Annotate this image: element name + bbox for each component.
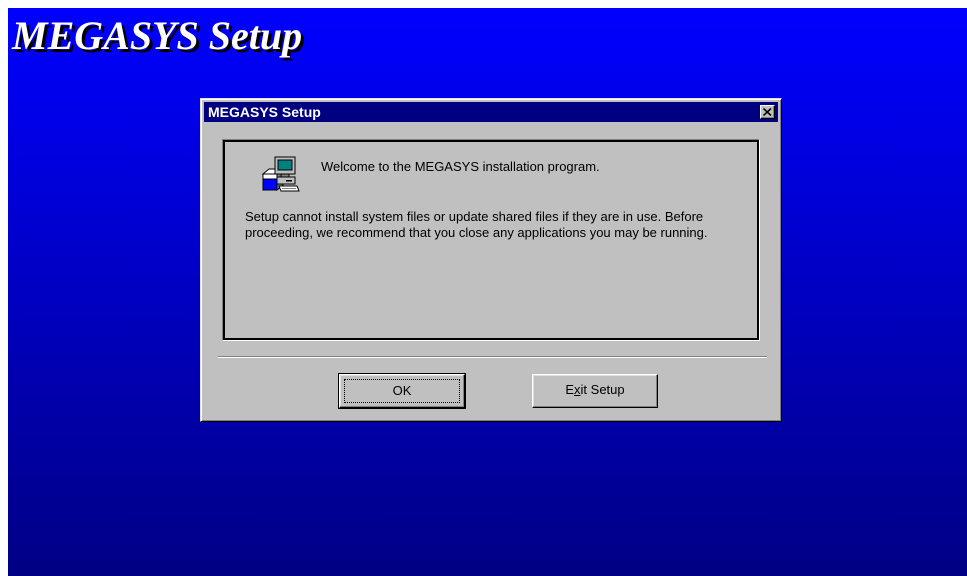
exit-label-prefix: E xyxy=(565,382,575,397)
content-panel: Welcome to the MEGASYS installation prog… xyxy=(222,139,760,341)
ok-button-label: OK xyxy=(344,379,460,403)
dialog-titlebar[interactable]: MEGASYS Setup xyxy=(204,102,778,122)
separator xyxy=(218,356,767,358)
computer-setup-icon xyxy=(261,156,300,192)
exit-label-suffix: it Setup xyxy=(580,382,625,397)
ok-button[interactable]: OK xyxy=(338,373,466,409)
welcome-message: Welcome to the MEGASYS installation prog… xyxy=(321,159,600,174)
background-title: MEGASYS Setup xyxy=(12,13,303,58)
setup-dialog: MEGASYS Setup Welcome to the MEGASYS ins… xyxy=(200,98,782,422)
setup-background: MEGASYS Setup MEGASYS Setup Welcome to t… xyxy=(8,8,967,576)
exit-setup-button[interactable]: Exit Setup xyxy=(532,374,658,408)
notice-message: Setup cannot install system files or upd… xyxy=(245,209,708,240)
content-panel-frame: Welcome to the MEGASYS installation prog… xyxy=(223,140,759,340)
close-button[interactable] xyxy=(760,105,775,119)
close-icon xyxy=(763,108,772,116)
dialog-title: MEGASYS Setup xyxy=(208,104,321,120)
